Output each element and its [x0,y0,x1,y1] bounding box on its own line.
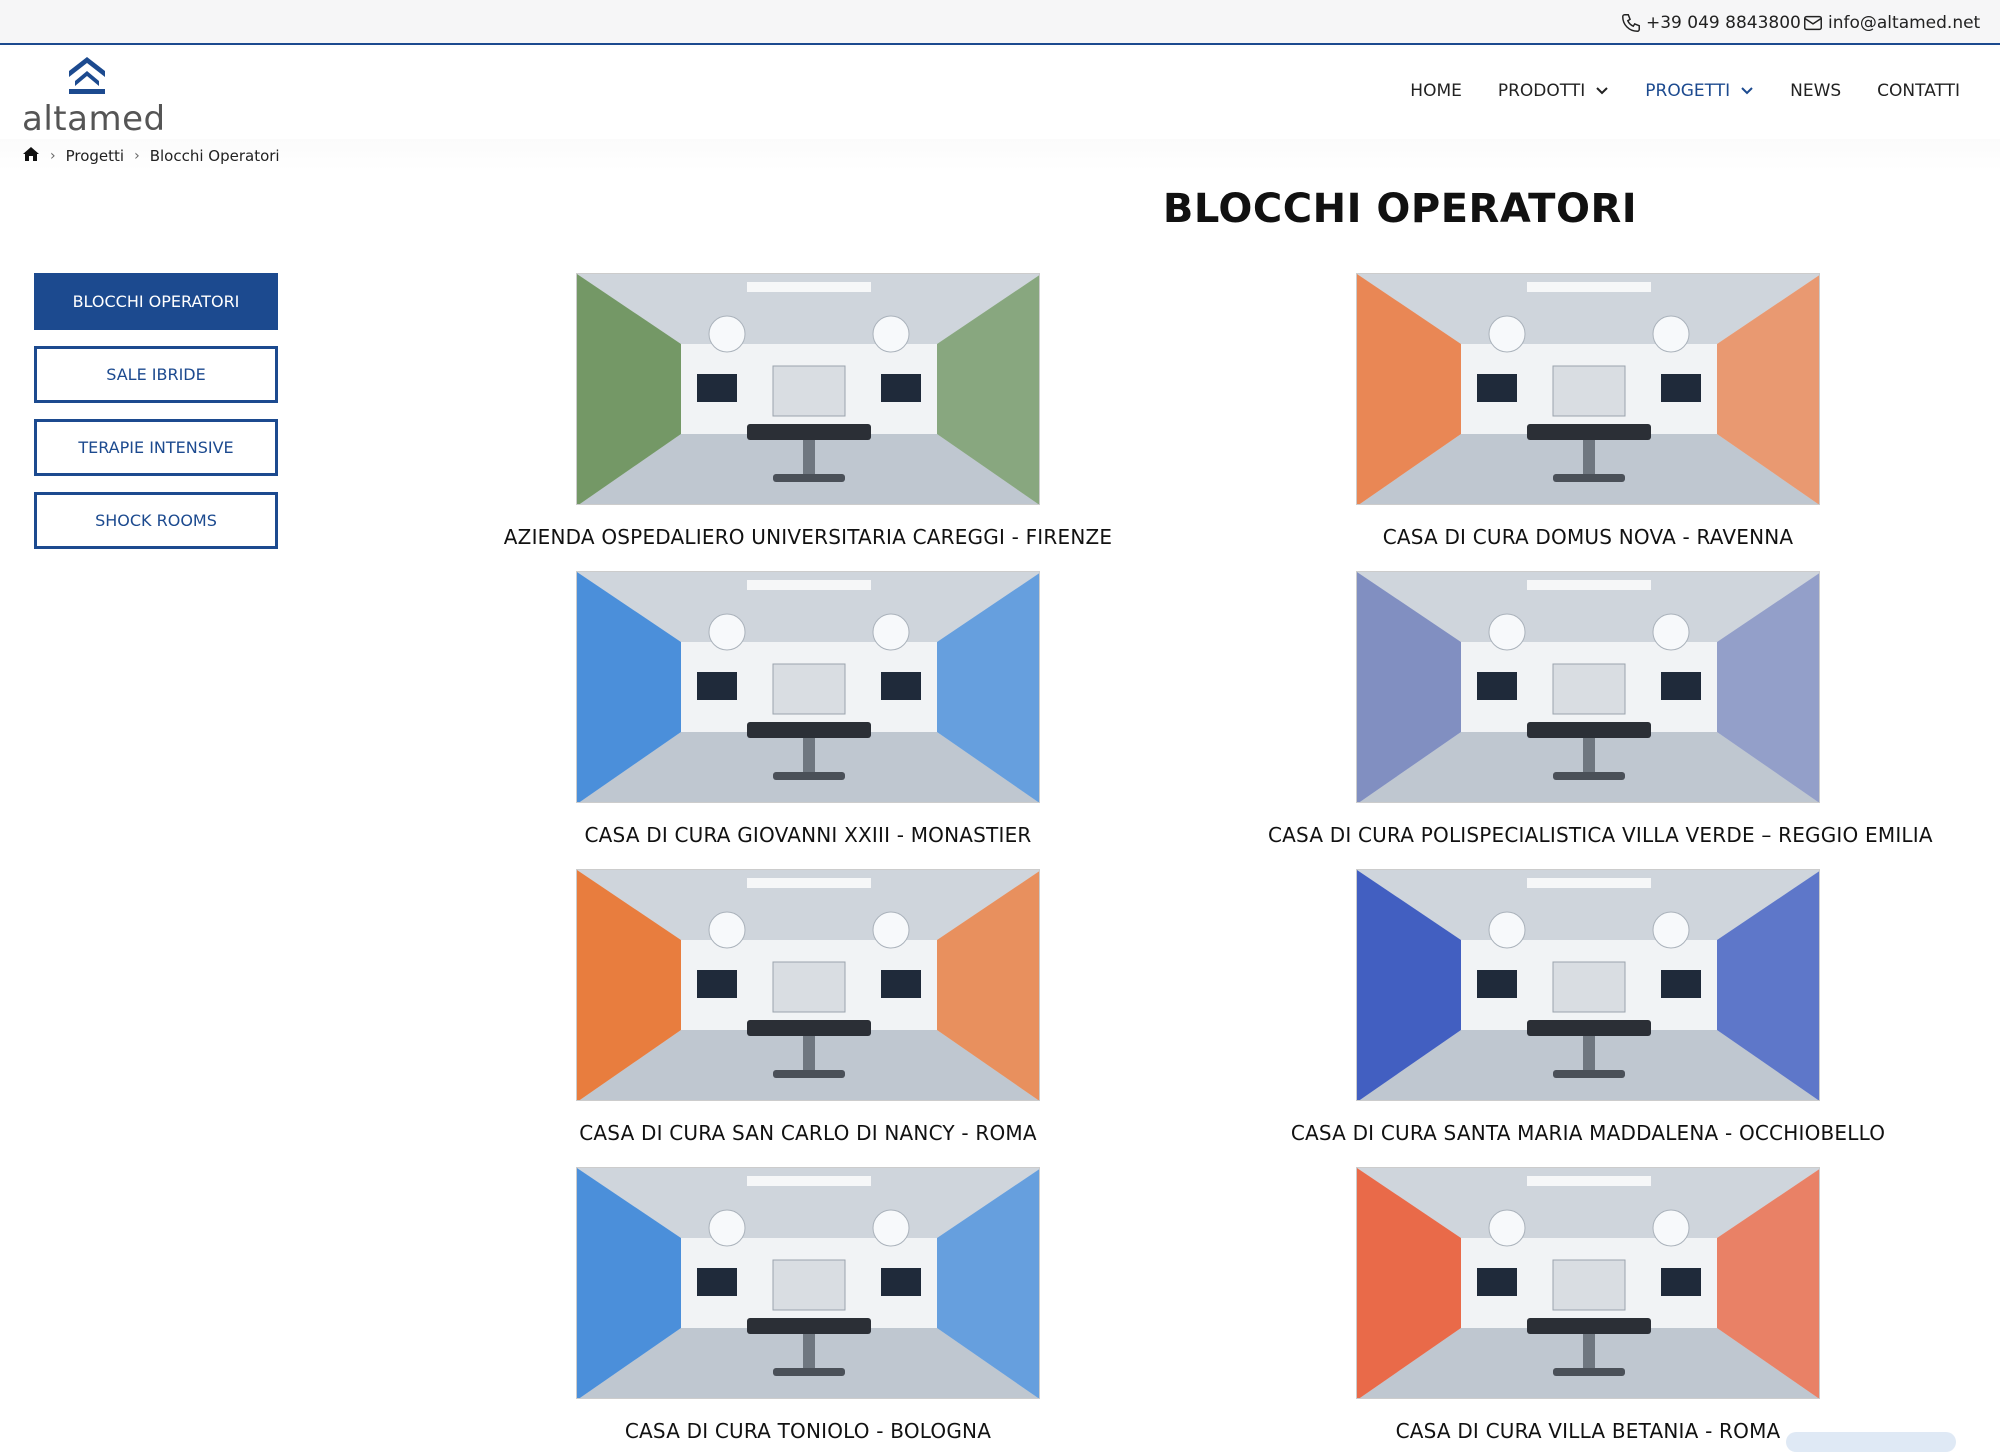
nav-prodotti-label: PRODOTTI [1497,81,1586,101]
project-photo[interactable] [576,273,1040,505]
operating-room-image [577,1168,1039,1398]
project-photo[interactable] [1356,869,1820,1101]
operating-room-image [577,572,1039,802]
page-title: BLOCCHI OPERATORI [1162,186,1638,232]
phone-number: +39 049 8843800 [1646,13,1801,33]
home-icon [23,147,39,161]
project-photo[interactable] [576,571,1040,803]
breadcrumb: › Progetti › Blocchi Operatori [22,144,280,168]
chevron-down-icon [1741,87,1753,95]
chevron-right-icon: › [134,148,140,164]
breadcrumb-band [0,139,2000,171]
nav-contatti[interactable]: CONTATTI [1877,81,1960,101]
project-card[interactable]: CASA DI CURA SAN CARLO DI NANCY - ROMA [488,869,1128,1145]
breadcrumb-current: Blocchi Operatori [149,147,280,165]
project-card[interactable]: CASA DI CURA GIOVANNI XXIII - MONASTIER [488,571,1128,847]
project-caption: CASA DI CURA TONIOLO - BOLOGNA [624,1419,992,1443]
operating-room-image [1357,572,1819,802]
sidebar-btn-sale-ibride[interactable]: SALE IBRIDE [34,346,278,403]
email-link[interactable]: info@altamed.net [1802,12,1980,34]
project-caption: CASA DI CURA GIOVANNI XXIII - MONASTIER [584,823,1032,847]
sidebar-btn-label: TERAPIE INTENSIVE [78,438,234,457]
phone-link[interactable]: +39 049 8843800 [1620,12,1801,34]
operating-room-image [577,274,1039,504]
envelope-icon [1804,15,1822,31]
nav-news-label: NEWS [1790,81,1842,101]
project-photo[interactable] [1356,1167,1820,1399]
chevron-down-icon [1596,87,1608,95]
project-caption: CASA DI CURA SAN CARLO DI NANCY - ROMA [579,1121,1037,1145]
operating-room-image [1357,274,1819,504]
phone-icon [1622,14,1640,32]
nav-progetti-label: PROGETTI [1645,81,1731,101]
floating-widget-tab[interactable] [1786,1432,1956,1452]
email-address: info@altamed.net [1828,13,1981,33]
nav-progetti[interactable]: PROGETTI [1645,81,1754,101]
operating-room-image [1357,870,1819,1100]
project-caption: CASA DI CURA DOMUS NOVA - RAVENNA [1382,525,1794,549]
main-nav: HOME PRODOTTI PROGETTI NEWS CONTATTI [1410,81,1960,101]
project-photo[interactable] [1356,273,1820,505]
brand-wordmark: altamed [22,99,166,139]
site-header: altamed HOME PRODOTTI PROGETTI NEWS CONT… [0,47,2000,139]
nav-contatti-label: CONTATTI [1877,81,1960,101]
project-card[interactable]: AZIENDA OSPEDALIERO UNIVERSITARIA CAREGG… [488,273,1128,549]
project-card[interactable]: CASA DI CURA POLISPECIALISTICA VILLA VER… [1268,571,1933,847]
project-card[interactable]: CASA DI CURA DOMUS NOVA - RAVENNA [1268,273,1908,549]
project-photo[interactable] [1356,571,1820,803]
sidebar-btn-label: SHOCK ROOMS [95,511,217,530]
project-card[interactable]: CASA DI CURA VILLA BETANIA - ROMA [1268,1167,1908,1443]
project-photo[interactable] [576,869,1040,1101]
sidebar-btn-shock-rooms[interactable]: SHOCK ROOMS [34,492,278,549]
project-photo[interactable] [576,1167,1040,1399]
sidebar-btn-terapie-intensive[interactable]: TERAPIE INTENSIVE [34,419,278,476]
project-card[interactable]: CASA DI CURA TONIOLO - BOLOGNA [488,1167,1128,1443]
project-card[interactable]: CASA DI CURA SANTA MARIA MADDALENA - OCC… [1268,869,1908,1145]
altamed-logo-mark-icon [69,57,105,94]
project-caption: CASA DI CURA SANTA MARIA MADDALENA - OCC… [1290,1121,1886,1145]
sidebar-btn-label: BLOCCHI OPERATORI [72,292,240,311]
brand-logo[interactable]: altamed [22,55,165,139]
project-caption: AZIENDA OSPEDALIERO UNIVERSITARIA CAREGG… [503,525,1113,549]
nav-home-label: HOME [1410,81,1462,101]
nav-news[interactable]: NEWS [1790,81,1841,101]
top-contact-bar: +39 049 8843800 info@altamed.net [0,0,2000,45]
chevron-right-icon: › [50,148,56,164]
nav-prodotti[interactable]: PRODOTTI [1498,81,1609,101]
project-caption: CASA DI CURA POLISPECIALISTICA VILLA VER… [1268,823,1933,847]
sidebar-btn-blocchi-operatori[interactable]: BLOCCHI OPERATORI [34,273,278,330]
operating-room-image [1357,1168,1819,1398]
operating-room-image [577,870,1039,1100]
nav-home[interactable]: HOME [1410,81,1462,101]
breadcrumb-home[interactable] [22,146,40,166]
sidebar-btn-label: SALE IBRIDE [106,365,206,384]
breadcrumb-progetti[interactable]: Progetti [66,147,124,165]
